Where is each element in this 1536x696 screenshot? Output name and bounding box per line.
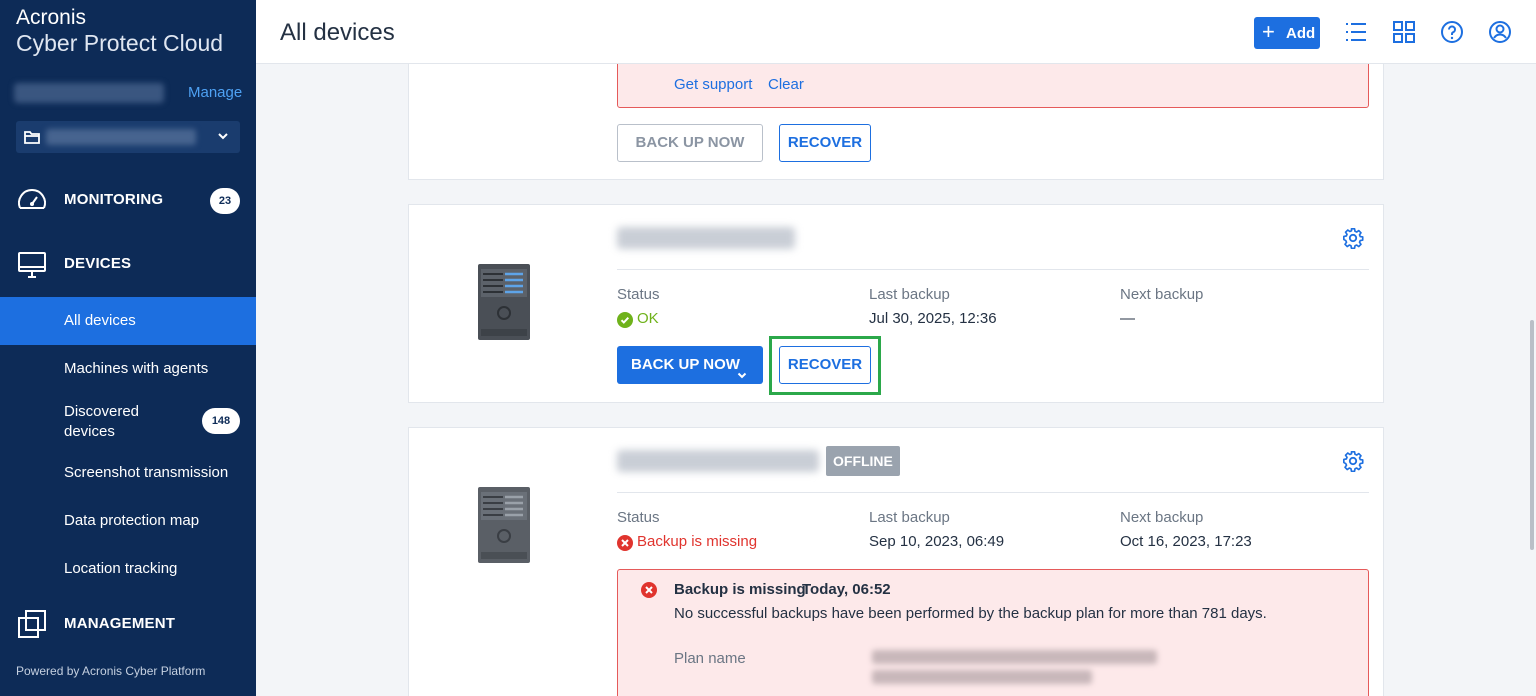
chevron-down-icon [216,129,230,148]
alert-title: Backup is missing [674,581,806,598]
manage-link[interactable]: Manage [188,84,242,101]
last-backup-value: Jul 30, 2025, 12:36 [869,310,997,327]
list-view-icon[interactable] [1344,20,1368,44]
page-title: All devices [280,19,395,46]
status-value: OK [637,310,659,327]
sidebar-item-machines-with-agents[interactable]: Machines with agents [0,345,256,393]
sidebar-item-discovered-devices[interactable]: Discovered devices 148 [0,395,256,447]
error-circle-icon [641,582,657,603]
nav-monitoring[interactable]: MONITORING 23 [0,180,256,220]
plan-name-blurred-line2 [872,670,1092,684]
recover-button[interactable]: RECOVER [779,124,871,162]
logo-product-name: Cyber Protect Cloud [16,30,224,56]
powered-by-text: Powered by Acronis Cyber Platform [16,664,206,678]
monitoring-badge: 23 [210,188,240,214]
server-icon [477,263,531,346]
back-up-now-button[interactable]: BACK UP NOW [617,124,763,162]
highlight-box [769,336,881,395]
status-value: Backup is missing [637,533,758,550]
plus-icon: + [1262,19,1275,44]
sidebar-item-all-devices[interactable]: All devices [0,297,256,345]
last-backup-label: Last backup [869,286,950,303]
status-label: Status [617,286,660,303]
next-backup-value: Oct 16, 2023, 17:23 [1120,533,1252,550]
nav-devices-label: DEVICES [64,255,132,272]
user-account-icon[interactable] [1488,20,1512,44]
chevron-down-icon [736,358,748,396]
tenant-name-blurred [14,83,164,103]
device-card: OFFLINE Status Backup is missing Last ba… [408,427,1384,696]
logo-acronis: Acronis [16,6,87,29]
device-card: Get support Clear BACK UP NOW RECOVER [408,64,1384,180]
device-name-blurred [617,227,795,249]
divider [617,269,1369,270]
backup-missing-alert: Backup is missing Today, 06:52 No succes… [617,569,1369,696]
check-circle-icon [617,312,633,333]
grid-view-icon[interactable] [1392,20,1416,44]
back-up-now-button[interactable]: BACK UP NOW [617,346,763,384]
alert-message: No successful backups have been performe… [674,605,1267,622]
management-icon [16,608,48,645]
nav-monitoring-label: MONITORING [64,191,164,208]
status-label: Status [617,509,660,526]
next-backup-label: Next backup [1120,286,1204,303]
add-button-label: Add [1286,25,1316,42]
tenant-selector-value-blurred [46,129,196,145]
discovered-devices-badge: 148 [202,408,240,434]
sidebar: Acronis Cyber Protect Cloud Manage MONIT… [0,0,256,696]
sidebar-item-label: Location tracking [64,560,178,577]
error-circle-icon [617,535,633,556]
main-content: Get support Clear BACK UP NOW RECOVER St… [256,64,1536,696]
help-icon[interactable] [1440,20,1464,44]
plan-name-label: Plan name [674,650,746,667]
sidebar-item-data-protection-map[interactable]: Data protection map [0,497,256,545]
back-up-now-label: BACK UP NOW [631,356,740,373]
sidebar-item-label: Discovered devices [64,403,140,440]
gear-icon[interactable] [1342,450,1364,473]
monitor-icon [16,248,48,285]
sidebar-item-label: Machines with agents [64,360,209,377]
device-name-blurred [617,450,819,472]
sidebar-item-label: All devices [64,312,136,329]
nav-management-label: MANAGEMENT [64,615,176,632]
nav-devices[interactable]: DEVICES [0,244,256,284]
folder-icon [24,129,40,150]
offline-badge: OFFLINE [826,446,900,476]
get-support-link[interactable]: Get support [674,76,752,93]
next-backup-label: Next backup [1120,509,1204,526]
last-backup-label: Last backup [869,509,950,526]
tenant-selector[interactable] [16,121,240,153]
scrollbar[interactable] [1530,320,1534,550]
device-card: Status OK Last backup Jul 30, 2025, 12:3… [408,204,1384,403]
last-backup-value: Sep 10, 2023, 06:49 [869,533,1005,550]
sidebar-item-label: Screenshot transmission [64,464,229,481]
alert-time: Today, 06:52 [802,581,891,598]
divider [617,492,1369,493]
add-button[interactable]: + Add [1254,17,1320,49]
plan-name-blurred [872,650,1157,664]
clear-link[interactable]: Clear [768,76,804,93]
sidebar-item-label: Data protection map [64,512,200,529]
next-backup-value: — [1120,310,1135,327]
server-icon-offline [477,486,531,569]
error-alert: Get support Clear [617,64,1369,108]
sidebar-item-location-tracking[interactable]: Location tracking [0,545,256,593]
nav-management[interactable]: MANAGEMENT [0,604,256,644]
gauge-icon [16,184,48,221]
top-header: All devices + Add [256,0,1536,64]
gear-icon[interactable] [1342,227,1364,250]
sidebar-item-screenshot-transmission[interactable]: Screenshot transmission [0,449,256,497]
